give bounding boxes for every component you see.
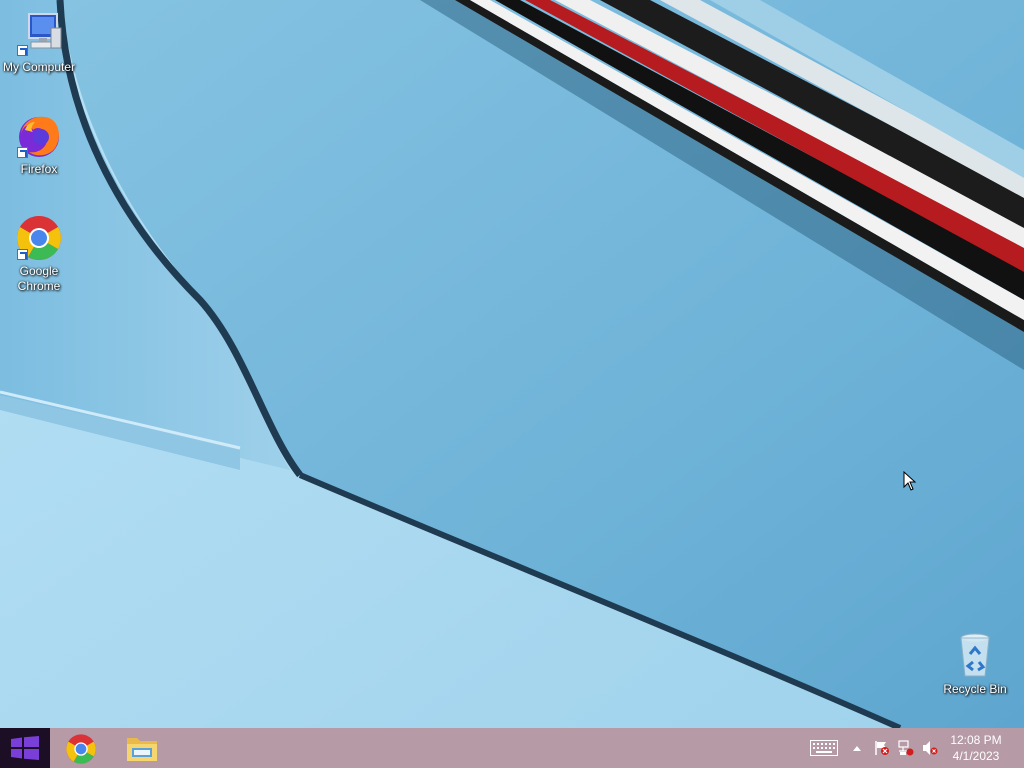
folder-icon [127,738,157,761]
chrome-icon [15,214,63,262]
taskbar-clock[interactable]: 12:08 PM 4/1/2023 [936,732,1016,764]
desktop-icon-my-computer[interactable]: My Computer [0,10,78,75]
recycle-bin-icon [951,632,999,680]
desktop-icon-label: My Computer [2,60,76,74]
mouse-cursor-icon [903,471,917,491]
start-button[interactable] [0,728,50,768]
clock-date: 4/1/2023 [952,749,1000,763]
firefox-icon [15,112,63,160]
taskbar-app-chrome[interactable] [52,728,110,768]
shortcut-arrow-icon [17,147,28,158]
taskbar: 12:08 PM 4/1/2023 [0,728,1024,768]
shortcut-arrow-icon [17,45,28,56]
action-center-flag-icon[interactable] [874,740,890,756]
chrome-icon [66,734,96,764]
desktop-icon-firefox[interactable]: Firefox [0,112,78,177]
clock-time: 12:08 PM [950,733,1002,747]
desktop-icon-recycle-bin[interactable]: Recycle Bin [936,632,1014,697]
desktop-icon-label: Firefox [20,162,58,176]
desktop-icon-label: Recycle Bin [943,682,1007,696]
network-icon[interactable] [898,740,914,756]
chevron-up-icon[interactable] [853,745,861,751]
taskbar-app-file-explorer[interactable] [113,728,171,768]
computer-icon [15,10,63,58]
desktop-wallpaper [0,0,1024,728]
desktop-icon-label: Google Chrome [17,264,61,293]
keyboard-icon[interactable] [810,740,838,756]
desktop-icon-google-chrome[interactable]: Google Chrome [0,214,78,294]
shortcut-arrow-icon [17,249,28,260]
windows-logo-icon [11,736,39,760]
